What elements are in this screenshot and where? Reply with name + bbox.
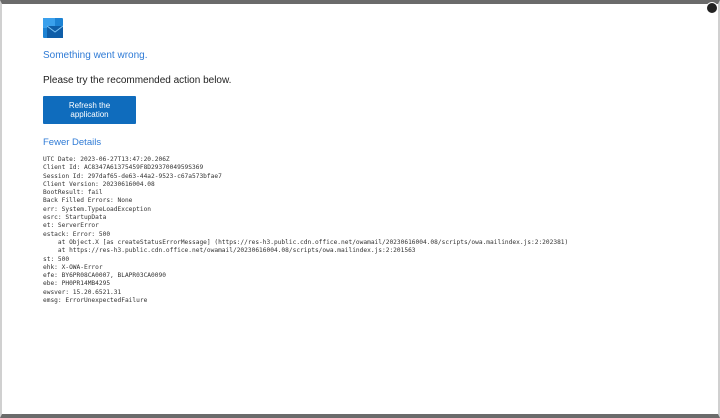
error-details: UTC Date: 2023-06-27T13:47:20.206Z Client…	[43, 156, 683, 305]
details-line: estack: Error: 500	[43, 230, 111, 238]
details-line: ewsver: 15.20.6521.31	[43, 288, 122, 296]
details-line: Session Id: 297daf65-de63-44a2-9523-c67a…	[43, 172, 222, 180]
details-line: esrc: StartupData	[43, 214, 107, 222]
fewer-details-link[interactable]: Fewer Details	[43, 137, 703, 148]
details-line: ebe: PH0PR14MB4295	[43, 280, 111, 288]
details-line: efe: BY6PR08CA0007, BLAPR03CA0090	[43, 272, 166, 280]
error-subtitle: Please try the recommended action below.	[43, 75, 232, 86]
error-title: Something went wrong.	[43, 50, 148, 61]
details-line: err: System.TypeLoadException	[43, 205, 152, 213]
details-line: Client Id: AC8347A61375459F8D2937004959S…	[43, 164, 204, 172]
details-line: st: 500	[43, 255, 70, 263]
details-line: Back Filled Errors: None	[43, 197, 133, 205]
details-line: emsg: ErrorUnexpectedFailure	[43, 297, 148, 305]
details-line: at https://res-h3.public.cdn.office.net/…	[43, 247, 416, 255]
error-page: Something went wrong. Please try the rec…	[43, 18, 703, 305]
details-line: ehk: X-OWA-Error	[43, 263, 103, 271]
window-corner-icon	[706, 2, 718, 14]
details-line: Client Version: 20230616004.08	[43, 180, 155, 188]
outlook-logo-icon	[43, 18, 63, 38]
details-line: at Object.X [as createStatusErrorMessage…	[43, 238, 569, 246]
details-line: BootResult: fail	[43, 189, 103, 197]
details-line: et: ServerError	[43, 222, 99, 230]
refresh-application-button[interactable]: Refresh the application	[43, 96, 136, 124]
details-line: UTC Date: 2023-06-27T13:47:20.206Z	[43, 156, 170, 163]
